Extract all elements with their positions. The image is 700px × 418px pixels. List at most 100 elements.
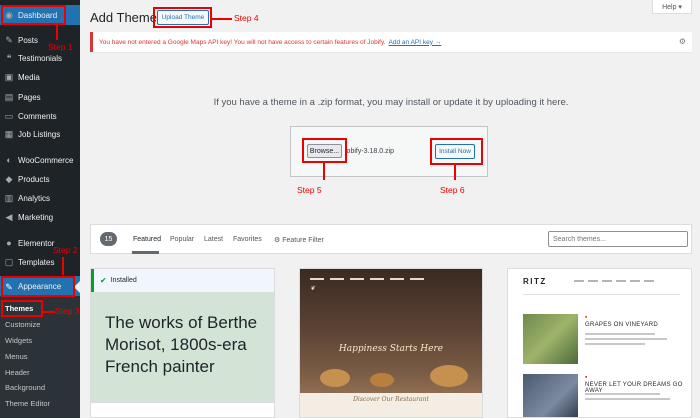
sidebar-item-marketing[interactable]: ◀ Marketing [0,207,80,227]
upload-instruction: If you have a theme in a .zip format, yo… [213,97,569,108]
sidebar-item-label: Job Listings [18,129,61,139]
annotation-arrow [43,311,55,313]
preview-category-tag: ■ [585,375,588,379]
preview-text-line [585,338,667,340]
submenu-item-menus[interactable]: Menus [5,352,28,361]
annotation-arrow [323,163,325,180]
preview-image [523,314,578,364]
sidebar-item-templates[interactable]: ▢ Templates [0,252,80,272]
megaphone-icon: ◀ [5,212,13,222]
preview-text-line [585,393,660,395]
briefcase-icon: ▦ [4,129,14,139]
installed-banner: ✔ Installed [91,269,274,292]
theme-name-bar [91,402,274,417]
divider [523,294,680,295]
pin-icon: ✎ [5,35,13,45]
submenu-item-header[interactable]: Header [5,368,30,377]
sidebar-item-label: Testimonials [18,53,63,63]
sidebar-item-label: Analytics [18,193,51,203]
theme-count-badge: 15 [100,232,117,246]
preview-logo: ❦ [310,285,316,292]
sidebar-item-label: Marketing [18,212,54,222]
submenu-item-widgets[interactable]: Widgets [5,336,32,345]
annotation-step-6: Step 6 [440,185,465,195]
templates-icon: ▢ [4,257,14,267]
tab-favorites[interactable]: Favorites [233,236,262,243]
theme-preview-headline: The works of Berthe Morisot, 1800s-era F… [105,313,258,376]
tab-latest[interactable]: Latest [204,236,223,243]
preview-footer-band: Discover Our Restaurant [300,393,482,417]
submenu-item-background[interactable]: Background [5,383,45,392]
preview-image [523,374,578,417]
sidebar-item-label: Elementor [18,238,55,248]
checkmark-icon: ✔ [100,276,107,285]
installed-label: Installed [110,277,137,284]
sidebar-item-comments[interactable]: ▭ Comments [0,106,80,126]
annotation-box-themes [1,300,43,317]
submenu-item-customize[interactable]: Customize [5,320,40,329]
sidebar-item-analytics[interactable]: ▥ Analytics [0,188,80,208]
tab-featured[interactable]: Featured [133,236,161,243]
sidebar-item-products[interactable]: ◆ Products [0,169,80,189]
annotation-arrow [62,257,64,275]
sidebar-item-woocommerce[interactable]: ◐ WooCommerce [0,150,80,170]
preview-decoration [430,365,468,387]
annotation-step-1: Step 1 [48,42,73,52]
sidebar-item-label: Comments [18,111,57,121]
pages-icon: ▤ [4,92,14,102]
preview-category-tag: ■ [585,315,588,319]
theme-card[interactable]: ❦ Happiness Starts Here Discover Our Res… [299,268,483,418]
annotation-box-dashboard [1,5,66,25]
submenu-item-theme-editor[interactable]: Theme Editor [5,399,50,408]
gear-icon[interactable]: ⚙ [679,37,686,46]
woocommerce-icon: ◐ [6,155,12,165]
annotation-step-3: Step 3 [55,306,80,316]
annotation-arrow [56,25,58,40]
annotation-arrow [212,18,232,20]
annotation-box-appearance [1,276,75,297]
annotation-box-upload-theme [153,7,212,28]
sidebar-item-job-listings[interactable]: ▦ Job Listings [0,124,80,144]
tab-label: Feature Filter [282,237,324,244]
preview-decoration [320,369,350,387]
active-tab-indicator [132,251,159,254]
elementor-icon: ● [6,238,12,248]
sidebar-item-label: Pages [18,92,41,102]
annotation-step-2: Step 2 [53,245,78,255]
sidebar-item-pages[interactable]: ▤ Pages [0,87,80,107]
notice-text: You have not entered a Google Maps API k… [99,38,386,46]
media-icon: ▣ [4,72,14,82]
annotation-box-install-now [430,138,483,165]
help-tab[interactable]: Help ▾ [652,0,692,14]
products-icon: ◆ [5,174,13,184]
annotation-box-browse [302,138,347,163]
annotation-arrow [454,165,456,180]
preview-logo: RITZ [523,277,547,286]
tab-feature-filter[interactable]: ⚙ Feature Filter [274,236,324,244]
preview-decoration [370,373,394,387]
theme-card[interactable]: ✔ Installed The works of Berthe Morisot,… [90,268,275,418]
preview-headline: GRAPES ON VINEYARD [585,322,658,328]
sidebar-item-label: Posts [18,35,39,45]
sidebar-item-label: Products [18,174,50,184]
admin-sidebar: ◉ Dashboard ✎ Posts ❝ Testimonials ▣ Med… [0,0,80,418]
sidebar-item-label: WooCommerce [18,155,74,165]
preview-text-line [585,333,655,335]
preview-nav [310,275,474,283]
tab-popular[interactable]: Popular [170,236,194,243]
sidebar-item-label: Templates [18,257,55,267]
sidebar-item-label: Media [18,72,40,82]
preview-nav [574,280,654,282]
gear-icon: ⚙ [274,237,283,244]
add-api-key-link[interactable]: Add an API key → [389,39,442,46]
quote-icon: ❝ [6,53,12,63]
selected-file-name: jobify-3.18.0.zip [345,148,395,155]
annotation-step-4: Step 4 [234,13,259,23]
analytics-icon: ▥ [4,193,14,203]
search-themes-input[interactable] [548,231,688,247]
maps-api-notice: You have not entered a Google Maps API k… [90,32,692,52]
sidebar-item-media[interactable]: ▣ Media [0,67,80,87]
theme-card[interactable]: RITZ ■ GRAPES ON VINEYARD ■ NEVER LET YO… [507,268,692,418]
annotation-step-5: Step 5 [297,185,322,195]
comments-icon: ▭ [4,111,14,121]
